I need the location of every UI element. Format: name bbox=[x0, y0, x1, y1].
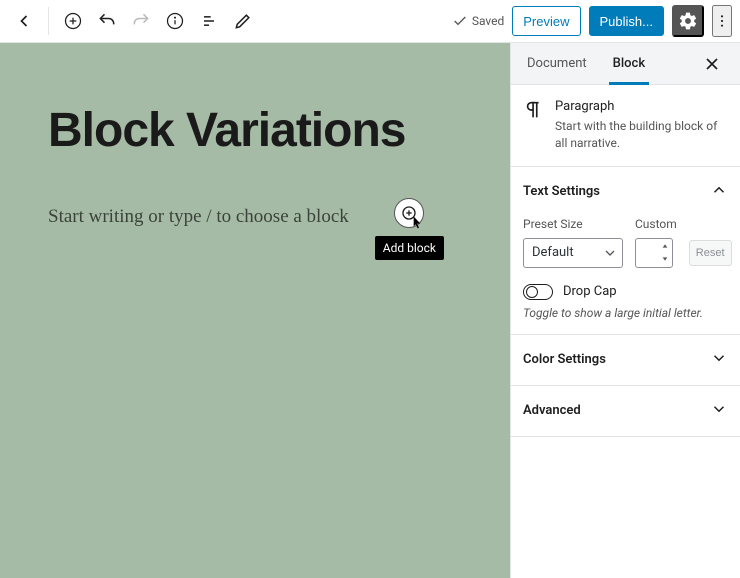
block-name: Paragraph bbox=[555, 99, 728, 114]
add-block-button[interactable] bbox=[57, 5, 89, 37]
step-down-icon[interactable] bbox=[659, 253, 671, 266]
saved-status: Saved bbox=[452, 13, 504, 29]
preview-button[interactable]: Preview bbox=[512, 6, 580, 36]
panel-advanced: Advanced bbox=[511, 386, 740, 437]
chevron-down-icon bbox=[710, 349, 728, 371]
custom-size-label: Custom bbox=[635, 217, 677, 231]
close-icon bbox=[702, 54, 722, 74]
check-icon bbox=[452, 13, 468, 29]
panel-head-advanced[interactable]: Advanced bbox=[511, 386, 740, 436]
edit-button[interactable] bbox=[227, 5, 259, 37]
tab-document[interactable]: Document bbox=[523, 43, 591, 84]
drop-cap-toggle[interactable] bbox=[523, 284, 553, 300]
publish-button[interactable]: Publish... bbox=[589, 6, 664, 36]
paragraph-icon bbox=[523, 99, 545, 121]
block-info: Paragraph Start with the building block … bbox=[511, 85, 740, 167]
tab-block[interactable]: Block bbox=[609, 43, 649, 84]
preset-size-value: Default bbox=[532, 245, 574, 260]
more-menu-button[interactable] bbox=[712, 5, 732, 37]
sidebar-close-button[interactable] bbox=[696, 48, 728, 80]
chevron-up-icon bbox=[710, 181, 728, 203]
post-title[interactable]: Block Variations bbox=[48, 103, 462, 158]
separator bbox=[48, 7, 49, 35]
reset-button[interactable]: Reset bbox=[689, 240, 732, 266]
step-up-icon[interactable] bbox=[659, 240, 671, 253]
panel-head-color-settings[interactable]: Color Settings bbox=[511, 335, 740, 385]
block-description: Start with the building block of all nar… bbox=[555, 118, 728, 152]
sidebar-tabs: Document Block bbox=[511, 43, 740, 85]
drop-cap-label: Drop Cap bbox=[563, 284, 617, 299]
add-block-tooltip: Add block bbox=[375, 236, 444, 260]
settings-sidebar: Document Block Paragraph Start with the … bbox=[510, 43, 740, 578]
gear-icon bbox=[678, 11, 698, 31]
preset-size-select[interactable]: Default bbox=[523, 238, 623, 268]
custom-size-input[interactable] bbox=[635, 238, 673, 268]
panel-head-text-settings[interactable]: Text Settings bbox=[511, 167, 740, 217]
inline-add-button[interactable] bbox=[394, 198, 424, 228]
undo-button[interactable] bbox=[91, 5, 123, 37]
chevron-down-icon bbox=[710, 400, 728, 422]
redo-button[interactable] bbox=[125, 5, 157, 37]
editor-canvas[interactable]: Block Variations Start writing or type /… bbox=[0, 43, 510, 578]
saved-label: Saved bbox=[472, 14, 504, 28]
back-button[interactable] bbox=[8, 5, 40, 37]
cursor-pointer-icon bbox=[409, 215, 425, 231]
top-toolbar: Saved Preview Publish... bbox=[0, 0, 740, 43]
panel-title: Advanced bbox=[523, 403, 581, 418]
preset-size-label: Preset Size bbox=[523, 217, 583, 231]
outline-button[interactable] bbox=[193, 5, 225, 37]
inline-inserter: Add block bbox=[375, 198, 444, 260]
chevron-down-icon bbox=[602, 245, 618, 261]
panel-color-settings: Color Settings bbox=[511, 335, 740, 386]
panel-title: Color Settings bbox=[523, 352, 606, 367]
settings-button[interactable] bbox=[672, 5, 704, 37]
panel-title: Text Settings bbox=[523, 184, 600, 199]
panel-text-settings: Text Settings Preset Size Default bbox=[511, 167, 740, 335]
more-vertical-icon bbox=[714, 12, 730, 30]
info-button[interactable] bbox=[159, 5, 191, 37]
drop-cap-caption: Toggle to show a large initial letter. bbox=[523, 306, 728, 320]
